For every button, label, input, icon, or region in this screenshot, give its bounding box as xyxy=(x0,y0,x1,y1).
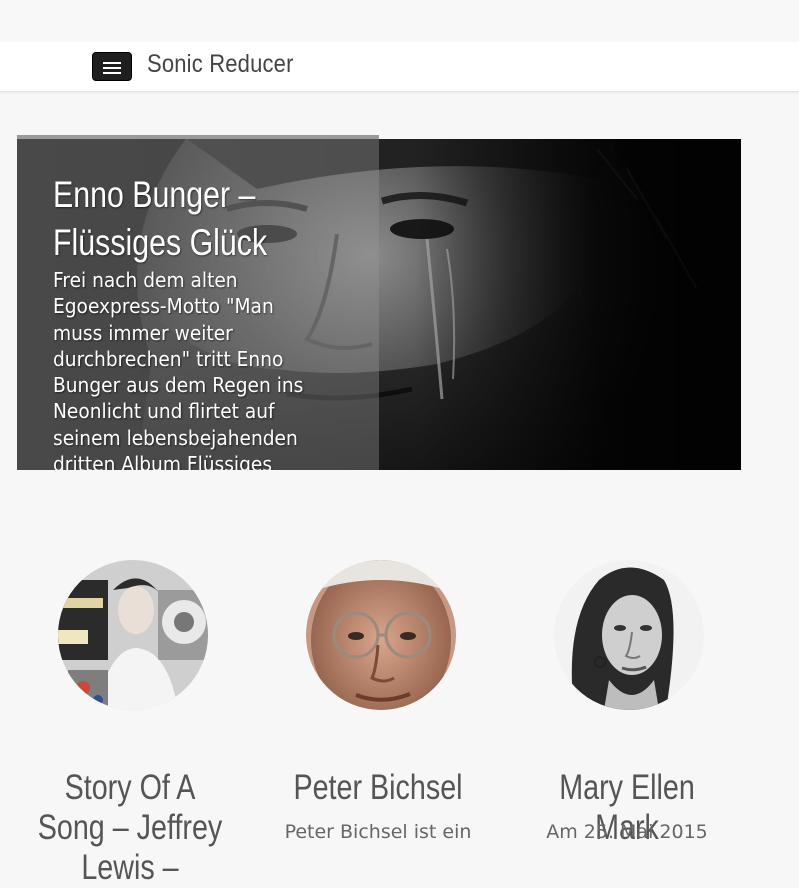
post-card[interactable]: Peter Bichsel Peter Bichsel ist ein xyxy=(254,560,502,849)
navbar: Sonic Reducer xyxy=(0,42,799,92)
site-brand[interactable]: Sonic Reducer xyxy=(147,50,294,79)
hero-slide[interactable]: Enno Bunger – Flüssiges Glück Frei nach … xyxy=(17,139,741,470)
post-card[interactable]: Story Of A Song – Jeffrey Lewis – xyxy=(6,560,254,887)
post-excerpt: Peter Bichsel ist ein xyxy=(284,821,472,843)
post-card[interactable]: Mary Ellen Mark Am 25. Mai 2015 xyxy=(503,560,751,849)
post-title[interactable]: Story Of A Song – Jeffrey Lewis – xyxy=(28,768,231,888)
young-man-with-records-photo[interactable] xyxy=(58,560,208,710)
post-excerpt: Am 25. Mai 2015 xyxy=(546,821,708,843)
top-strip xyxy=(0,0,799,42)
elderly-man-glasses-photo[interactable] xyxy=(306,560,456,710)
woman-portrait-photo[interactable] xyxy=(554,560,704,710)
hero-excerpt: Frei nach dem alten Egoexpress-Motto "Ma… xyxy=(53,268,304,470)
hero-title[interactable]: Enno Bunger – Flüssiges Glück xyxy=(53,171,356,267)
hamburger-menu-icon[interactable] xyxy=(92,52,132,81)
post-title[interactable]: Peter Bichsel xyxy=(276,768,479,808)
